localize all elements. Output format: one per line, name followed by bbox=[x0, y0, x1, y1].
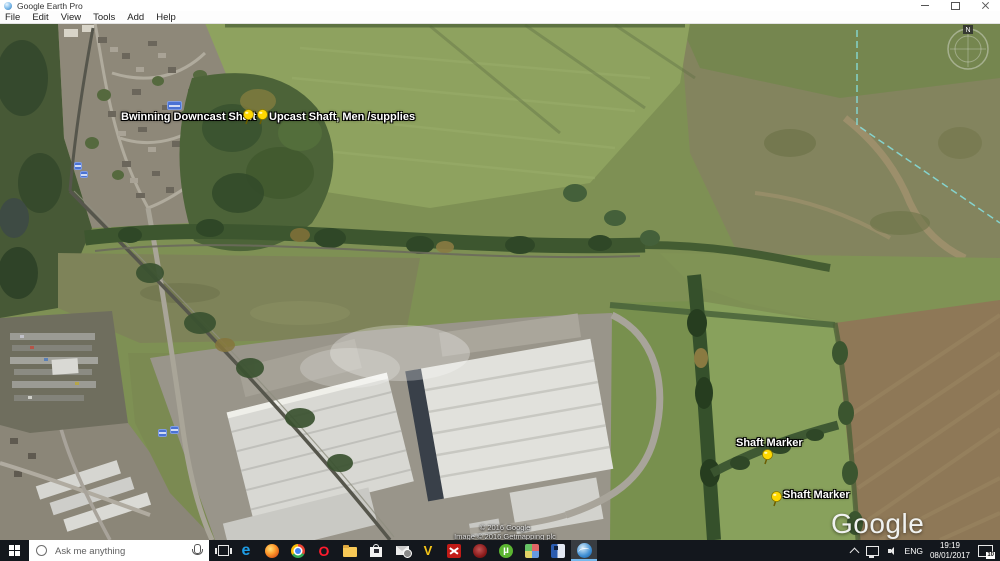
map-viewport[interactable]: N Bwinning Downcast Shaft Upcast Shaft, … bbox=[0, 23, 1000, 540]
menu-view[interactable]: View bbox=[55, 12, 87, 23]
menu-add[interactable]: Add bbox=[121, 12, 150, 23]
envelope-icon bbox=[396, 546, 409, 555]
tray-time: 19:19 bbox=[940, 541, 960, 550]
copyright-line: © 2016 Google bbox=[395, 523, 615, 532]
search-input[interactable] bbox=[53, 540, 187, 561]
folder-icon bbox=[343, 547, 357, 557]
notification-badge: 10 bbox=[986, 552, 995, 559]
pushpin-icon[interactable] bbox=[256, 109, 269, 125]
minimize-button[interactable] bbox=[910, 0, 940, 11]
cortana-icon bbox=[36, 545, 47, 556]
menu-tools[interactable]: Tools bbox=[87, 12, 121, 23]
taskbar-icon-blue-app[interactable] bbox=[545, 540, 571, 561]
tray-date: 08/01/2017 bbox=[930, 551, 970, 560]
task-view-button[interactable] bbox=[212, 540, 234, 561]
taskbar-icon-red-tile-app[interactable] bbox=[441, 540, 467, 561]
google-earth-globe-icon bbox=[577, 543, 592, 558]
network-icon[interactable] bbox=[866, 546, 879, 556]
edge-icon: e bbox=[242, 543, 251, 559]
colorful-app-icon bbox=[525, 544, 539, 558]
pushpin-icon[interactable] bbox=[761, 449, 774, 465]
taskbar-icon-utorrent[interactable]: µ bbox=[493, 540, 519, 561]
cortana-search[interactable] bbox=[29, 540, 209, 561]
notification-icon[interactable]: 10 bbox=[978, 545, 993, 557]
system-tray: ENG 19:19 08/01/2017 10 bbox=[851, 540, 997, 561]
blue-app-icon bbox=[551, 544, 565, 558]
road-sign-icon bbox=[167, 101, 182, 110]
language-indicator[interactable]: ENG bbox=[905, 546, 923, 556]
copyright-line: Image © 2016 Getmapping plc bbox=[395, 532, 615, 540]
menu-help[interactable]: Help bbox=[150, 12, 182, 23]
road-sign-icon bbox=[80, 171, 88, 178]
microphone-icon[interactable] bbox=[194, 544, 201, 554]
task-view-icon bbox=[218, 545, 229, 556]
taskbar-icon-google-earth[interactable] bbox=[571, 540, 597, 561]
red-tile-app-icon bbox=[447, 544, 461, 558]
taskbar-icon-opera[interactable]: O bbox=[311, 540, 337, 561]
tray-expand-icon[interactable] bbox=[849, 547, 859, 557]
google-earth-app-icon bbox=[4, 2, 12, 10]
taskbar-icon-colorful-app[interactable] bbox=[519, 540, 545, 561]
placemark-label[interactable]: Shaft Marker bbox=[736, 437, 803, 449]
volume-icon[interactable] bbox=[888, 546, 898, 556]
firefox-icon bbox=[265, 544, 279, 558]
taskbar-icon-darkred-app[interactable] bbox=[467, 540, 493, 561]
pushpin-icon[interactable] bbox=[770, 491, 783, 507]
dark-red-app-icon bbox=[473, 544, 487, 558]
window-title: Google Earth Pro bbox=[17, 1, 83, 11]
taskbar-icon-store[interactable] bbox=[363, 540, 389, 561]
satellite-imagery[interactable]: N bbox=[0, 23, 1000, 540]
menu-file[interactable]: File bbox=[0, 12, 26, 23]
taskbar-icon-firefox[interactable] bbox=[259, 540, 285, 561]
pushpin-icon[interactable] bbox=[242, 109, 255, 125]
compass-north-label: N bbox=[965, 27, 970, 34]
window-titlebar: Google Earth Pro bbox=[0, 0, 1000, 11]
google-earth-watermark: Google Earth bbox=[831, 508, 1000, 540]
placemark-label[interactable]: Upcast Shaft, Men /supplies bbox=[269, 111, 415, 123]
taskbar-icon-v-app[interactable]: V bbox=[415, 540, 441, 561]
placemark-label[interactable]: Bwinning Downcast Shaft bbox=[121, 111, 256, 123]
close-button[interactable] bbox=[970, 0, 1000, 11]
taskbar-icon-edge[interactable]: e bbox=[233, 540, 259, 561]
restore-button[interactable] bbox=[940, 0, 970, 11]
taskbar-icon-mail[interactable] bbox=[389, 540, 415, 561]
desktop: Google Earth Pro File Edit View Tools Ad… bbox=[0, 0, 1000, 561]
taskbar-icon-file-explorer[interactable] bbox=[337, 540, 363, 561]
menubar: File Edit View Tools Add Help bbox=[0, 11, 1000, 24]
road-sign-icon bbox=[74, 162, 82, 170]
chrome-icon bbox=[291, 544, 305, 558]
v-app-icon: V bbox=[424, 544, 433, 557]
taskbar-apps: e O V µ bbox=[233, 540, 597, 561]
opera-icon: O bbox=[319, 544, 330, 558]
menu-edit[interactable]: Edit bbox=[26, 12, 54, 23]
start-button[interactable] bbox=[0, 540, 28, 561]
shopping-bag-icon bbox=[370, 547, 382, 557]
clock[interactable]: 19:19 08/01/2017 bbox=[930, 541, 970, 560]
road-sign-icon bbox=[170, 426, 179, 434]
taskbar-icon-chrome[interactable] bbox=[285, 540, 311, 561]
road-sign-icon bbox=[158, 429, 167, 437]
windows-taskbar: e O V µ ENG 19:19 08/01/2017 bbox=[0, 540, 1000, 561]
placemark-label[interactable]: Shaft Marker bbox=[783, 489, 850, 501]
utorrent-icon: µ bbox=[499, 544, 513, 558]
map-copyright: © 2016 Google Image © 2016 Getmapping pl… bbox=[395, 523, 615, 540]
windows-logo-icon bbox=[9, 545, 20, 556]
